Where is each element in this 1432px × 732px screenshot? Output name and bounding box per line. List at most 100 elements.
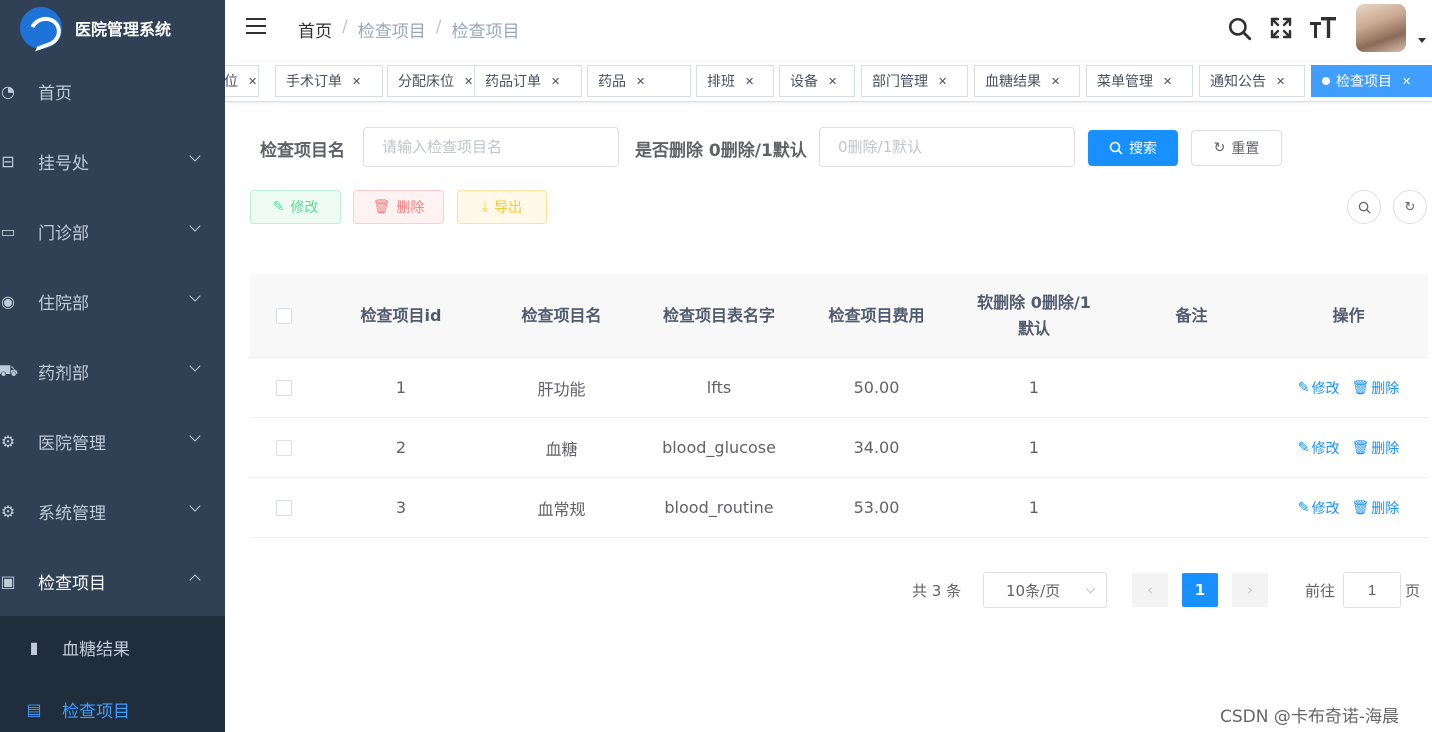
tag-7[interactable]: 部门管理 ✕: [861, 65, 968, 97]
hamburger-icon[interactable]: [246, 18, 266, 34]
cell-remark: [1114, 418, 1269, 477]
reset-button[interactable]: ↻ 重置: [1191, 130, 1282, 166]
cell-deleted: 1: [1028, 438, 1040, 457]
name-search-input[interactable]: [363, 127, 619, 167]
table-row: 2 血糖 blood_glucose 34.00 1 ✎ 修改 🗑 删除: [250, 418, 1428, 478]
cell-id: 1: [395, 378, 407, 397]
tag-10[interactable]: 通知公告 ✕: [1199, 65, 1305, 97]
page-size-select[interactable]: 10条/页: [983, 572, 1107, 608]
app-logo[interactable]: 医院管理系统: [0, 0, 225, 56]
row-edit-link[interactable]: ✎ 修改: [1298, 498, 1340, 518]
close-icon[interactable]: ✕: [938, 75, 947, 88]
cell-actions: ✎ 修改 🗑 删除: [1269, 358, 1428, 417]
tag-6[interactable]: 设备 ✕: [779, 65, 855, 97]
close-icon[interactable]: ✕: [636, 75, 645, 88]
close-icon[interactable]: ✕: [1276, 75, 1285, 88]
tag-5[interactable]: 排班 ✕: [696, 65, 774, 97]
tag-4[interactable]: 药品 ✕: [587, 65, 691, 97]
edit-icon: ✎: [1297, 499, 1310, 516]
fullscreen-icon[interactable]: [1269, 16, 1293, 40]
table-row: 1 肝功能 lfts 50.00 1 ✎ 修改 🗑 删除: [250, 358, 1428, 418]
pagination-total: 共 3 条: [912, 582, 962, 600]
goto-page-input[interactable]: [1343, 572, 1401, 608]
row-checkbox[interactable]: [276, 439, 292, 456]
avatar[interactable]: [1356, 4, 1406, 52]
submenu-item-1[interactable]: ▤ 检查项目: [0, 678, 225, 732]
tag-8[interactable]: 血糖结果 ✕: [974, 65, 1080, 97]
close-icon[interactable]: ✕: [745, 75, 754, 88]
row-delete-link[interactable]: 🗑 删除: [1351, 438, 1399, 458]
table-body: 1 肝功能 lfts 50.00 1 ✎ 修改 🗑 删除 2 血糖 blood_glucose 34.0…: [250, 358, 1428, 538]
name-label: 检查项目名: [260, 141, 345, 161]
edit-icon: ✎: [1297, 439, 1310, 456]
column-header: 检查项目表名字: [662, 305, 775, 325]
close-icon[interactable]: ✕: [828, 75, 837, 88]
close-icon[interactable]: ✕: [1051, 75, 1060, 88]
page-number-current[interactable]: 1: [1182, 573, 1218, 607]
tag-0[interactable]: 位 ✕: [225, 65, 259, 97]
refresh-icon: ↻: [1404, 199, 1416, 215]
trash-icon: 🗑: [372, 199, 391, 215]
close-icon[interactable]: ✕: [1402, 75, 1411, 88]
cell-deleted: 1: [1028, 378, 1040, 397]
deleted-search-input[interactable]: [819, 127, 1075, 167]
page-suffix: 页: [1405, 582, 1421, 600]
tag-label: 通知公告: [1210, 74, 1266, 90]
submenu-item-0[interactable]: ▮ 血糖结果: [0, 616, 225, 678]
sidebar-item-4[interactable]: ⛟ 药剂部: [0, 336, 225, 406]
tag-9[interactable]: 菜单管理 ✕: [1086, 65, 1193, 97]
row-edit-link[interactable]: ✎ 修改: [1298, 438, 1340, 458]
app-title: 医院管理系统: [75, 20, 172, 39]
cell-actions: ✎ 修改 🗑 删除: [1269, 418, 1428, 477]
close-icon[interactable]: ✕: [352, 75, 361, 88]
row-checkbox[interactable]: [276, 379, 292, 396]
prev-page-button[interactable]: ‹: [1132, 573, 1168, 607]
tag-11[interactable]: 检查项目 ✕: [1311, 65, 1432, 97]
sidebar-item-label: 药剂部: [38, 363, 89, 384]
tag-3[interactable]: 药品订单 ✕: [474, 65, 582, 97]
row-edit-link[interactable]: ✎ 修改: [1298, 378, 1340, 398]
submenu-item-label: 检查项目: [62, 701, 130, 722]
sidebar-item-6[interactable]: ⚙ 系统管理: [0, 476, 225, 546]
sidebar-item-3[interactable]: ◉ 住院部: [0, 266, 225, 336]
caret-down-icon[interactable]: [1418, 38, 1426, 43]
trash-icon: 🗑: [1351, 439, 1370, 456]
select-all-checkbox[interactable]: [276, 307, 292, 324]
cell-table-name: lfts: [706, 378, 732, 397]
edit-button[interactable]: ✎ 修改: [250, 190, 341, 224]
cell-remark: [1114, 358, 1269, 417]
cell-actions: ✎ 修改 🗑 删除: [1269, 478, 1428, 537]
column-header: 检查项目名: [521, 305, 602, 325]
row-delete-link[interactable]: 🗑 删除: [1351, 378, 1399, 398]
search-button[interactable]: 搜索: [1088, 130, 1178, 166]
delete-button[interactable]: 🗑 删除: [353, 190, 444, 224]
tag-label: 部门管理: [872, 74, 928, 90]
sidebar-item-2[interactable]: ▭ 门诊部: [0, 196, 225, 266]
sidebar-item-5[interactable]: ⚙ 医院管理: [0, 406, 225, 476]
close-icon[interactable]: ✕: [464, 75, 473, 88]
close-icon[interactable]: ✕: [1163, 75, 1172, 88]
row-delete-link[interactable]: 🗑 删除: [1351, 498, 1399, 518]
column-header: 操作: [1332, 305, 1365, 325]
row-checkbox[interactable]: [276, 499, 292, 516]
sidebar-item-label: 系统管理: [38, 503, 106, 524]
tag-1[interactable]: 手术订单 ✕: [275, 65, 383, 97]
column-header: 检查项目id: [360, 305, 442, 325]
chevron-down-icon: [189, 290, 201, 302]
tag-label: 血糖结果: [985, 74, 1041, 90]
close-icon[interactable]: ✕: [551, 75, 560, 88]
cell-id: 2: [395, 438, 407, 457]
toggle-search-button[interactable]: [1347, 190, 1381, 224]
tag-label: 分配床位: [398, 74, 454, 90]
close-icon[interactable]: ✕: [248, 75, 257, 88]
font-size-icon[interactable]: [1310, 16, 1336, 40]
gear-icon: ⚙: [0, 431, 16, 451]
sidebar-item-1[interactable]: ⊟ 挂号处: [0, 126, 225, 196]
refresh-button[interactable]: ↻: [1393, 190, 1427, 224]
export-button[interactable]: ⤓ 导出: [457, 190, 547, 224]
next-page-button[interactable]: ›: [1232, 573, 1268, 607]
search-icon[interactable]: [1227, 16, 1253, 42]
cell-table-name: blood_glucose: [662, 438, 776, 457]
breadcrumb-home[interactable]: 首页: [298, 17, 332, 42]
sidebar-item-0[interactable]: ◔ 首页: [0, 56, 225, 126]
